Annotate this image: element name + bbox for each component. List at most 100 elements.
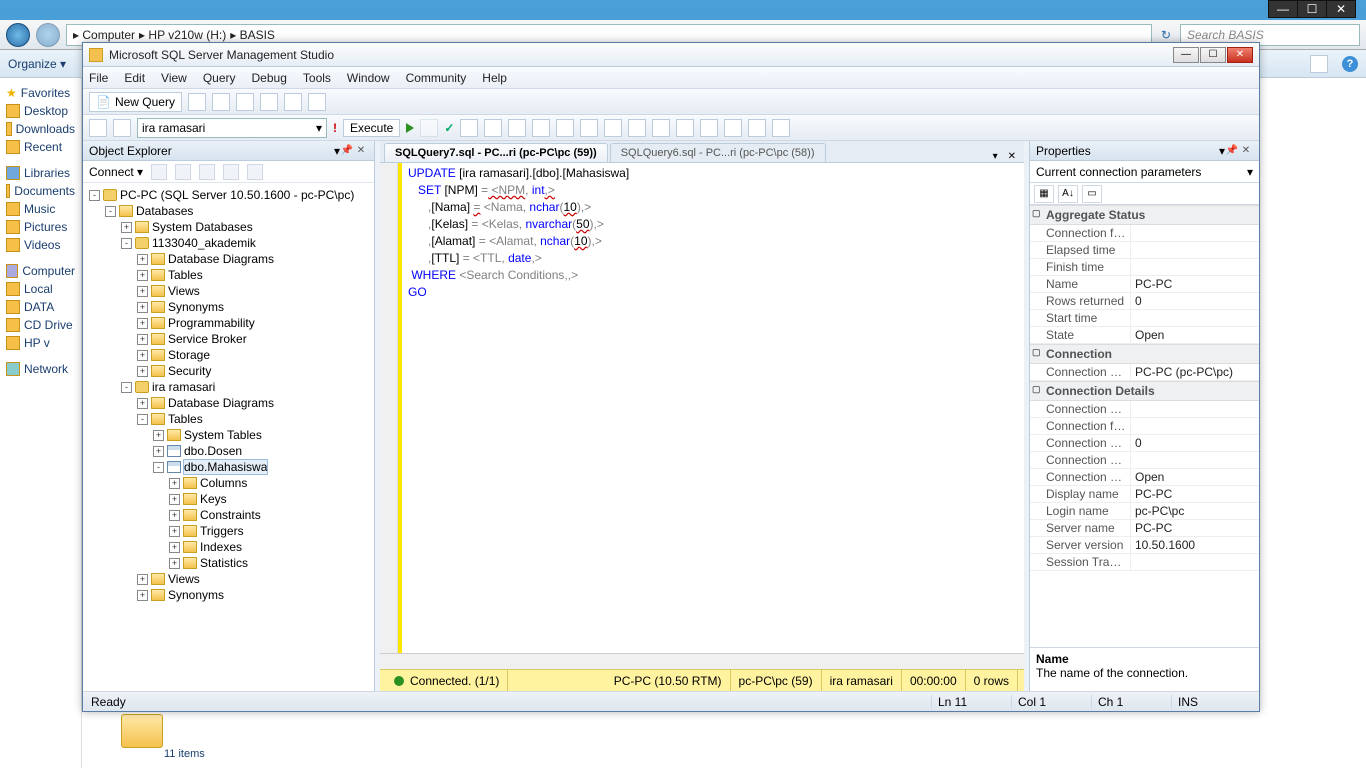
toolbar-icon[interactable]: [175, 164, 191, 180]
toolbar-button[interactable]: [236, 93, 254, 111]
toolbar-button[interactable]: [652, 119, 670, 137]
category-details[interactable]: Connection Details: [1030, 381, 1259, 401]
sidebar-computer[interactable]: Computer: [22, 264, 75, 278]
sidebar-dat[interactable]: DATA: [24, 300, 54, 314]
toolbar-button[interactable]: [628, 119, 646, 137]
sql-editor[interactable]: UPDATE [ira ramasari].[dbo].[Mahasiswa] …: [380, 163, 1024, 653]
toolbar-button[interactable]: [676, 119, 694, 137]
toolbar-button[interactable]: [212, 93, 230, 111]
tab-sqlquery7[interactable]: SQLQuery7.sql - PC...ri (pc-PC\pc (59)): [384, 143, 608, 162]
tree-table-dosen[interactable]: dbo.Dosen: [184, 444, 242, 458]
sidebar-local[interactable]: Local: [24, 282, 53, 296]
tree-toggle[interactable]: +: [121, 222, 132, 233]
shell-minimize-button[interactable]: —: [1268, 0, 1298, 18]
tree-toggle[interactable]: +: [169, 510, 180, 521]
toolbar-button[interactable]: [188, 93, 206, 111]
filter-icon[interactable]: [223, 164, 239, 180]
tree-toggle[interactable]: +: [137, 398, 148, 409]
tree-toggle[interactable]: +: [169, 478, 180, 489]
sidebar-hp[interactable]: HP v: [24, 336, 50, 350]
toolbar-button[interactable]: [748, 119, 766, 137]
sidebar-libraries[interactable]: Libraries: [24, 166, 70, 180]
toolbar-button[interactable]: [724, 119, 742, 137]
properties-grid[interactable]: Aggregate Status Connection failure Elap…: [1030, 205, 1259, 647]
alphabetical-icon[interactable]: A↓: [1058, 185, 1078, 203]
tree-toggle[interactable]: -: [121, 382, 132, 393]
toolbar-button[interactable]: [484, 119, 502, 137]
tree-toggle[interactable]: +: [137, 318, 148, 329]
parse-button[interactable]: ✓: [444, 121, 454, 135]
menu-debug[interactable]: Debug: [252, 71, 287, 85]
tree-systables[interactable]: System Tables: [184, 428, 262, 442]
toolbar-button[interactable]: [700, 119, 718, 137]
close-button[interactable]: ✕: [1227, 47, 1253, 63]
sidebar-recent[interactable]: Recent: [24, 140, 62, 154]
toolbar-button[interactable]: [580, 119, 598, 137]
sidebar-network[interactable]: Network: [24, 362, 68, 376]
tree-toggle[interactable]: -: [153, 462, 164, 473]
menu-edit[interactable]: Edit: [124, 71, 145, 85]
tree-toggle[interactable]: +: [169, 494, 180, 505]
menu-help[interactable]: Help: [482, 71, 507, 85]
nav-forward-button[interactable]: [36, 23, 60, 47]
view-icon[interactable]: [1310, 55, 1328, 73]
tree-synonyms[interactable]: Synonyms: [168, 588, 224, 602]
tab-close-icon[interactable]: ✕: [1004, 151, 1020, 162]
shell-close-button[interactable]: ✕: [1326, 0, 1356, 18]
sidebar-desktop[interactable]: Desktop: [24, 104, 68, 118]
tree-table-mahasiswa[interactable]: dbo.Mahasiswa: [184, 460, 267, 474]
properties-page-icon[interactable]: ▭: [1082, 185, 1102, 203]
tree-programmability[interactable]: Programmability: [168, 316, 255, 330]
tree-toggle[interactable]: -: [105, 206, 116, 217]
maximize-button[interactable]: ☐: [1200, 47, 1226, 63]
play-icon[interactable]: [406, 123, 414, 133]
sidebar-documents[interactable]: Documents: [14, 184, 75, 198]
tab-dropdown-icon[interactable]: ▾: [989, 151, 1002, 162]
tree-views[interactable]: Views: [168, 572, 200, 586]
tree-db-akademik[interactable]: 1133040_akademik: [152, 236, 256, 250]
sidebar-videos[interactable]: Videos: [24, 238, 60, 252]
tree-db-ira[interactable]: ira ramasari: [152, 380, 215, 394]
tree-views[interactable]: Views: [168, 284, 200, 298]
breadcrumb-segment[interactable]: ▸ Computer: [73, 28, 135, 42]
toolbar-button[interactable]: [604, 119, 622, 137]
tree-toggle[interactable]: -: [89, 190, 100, 201]
tree-toggle[interactable]: +: [153, 430, 164, 441]
close-pane-icon[interactable]: ✕: [1239, 145, 1253, 156]
menu-query[interactable]: Query: [203, 71, 236, 85]
tree-toggle[interactable]: +: [137, 286, 148, 297]
menu-tools[interactable]: Tools: [303, 71, 331, 85]
save-icon[interactable]: [284, 93, 302, 111]
tree-statistics[interactable]: Statistics: [200, 556, 248, 570]
tree-tables[interactable]: Tables: [168, 412, 203, 426]
breadcrumb-segment[interactable]: ▸ BASIS: [230, 28, 275, 42]
tree-tables[interactable]: Tables: [168, 268, 203, 282]
refresh-icon[interactable]: [247, 164, 263, 180]
toolbar-button[interactable]: [113, 119, 131, 137]
tree-security[interactable]: Security: [168, 364, 211, 378]
tree-toggle[interactable]: +: [153, 446, 164, 457]
toolbar-button[interactable]: [460, 119, 478, 137]
nav-back-button[interactable]: [6, 23, 30, 47]
tree-toggle[interactable]: +: [137, 366, 148, 377]
tree-toggle[interactable]: +: [169, 542, 180, 553]
menu-window[interactable]: Window: [347, 71, 390, 85]
tree-toggle[interactable]: +: [137, 574, 148, 585]
help-icon[interactable]: ?: [1342, 56, 1358, 72]
tree-indexes[interactable]: Indexes: [200, 540, 242, 554]
toolbar-icon[interactable]: [199, 164, 215, 180]
new-query-button[interactable]: 📄New Query: [89, 92, 182, 112]
category-aggregate[interactable]: Aggregate Status: [1030, 205, 1259, 225]
close-pane-icon[interactable]: ✕: [354, 145, 368, 156]
tree-storage[interactable]: Storage: [168, 348, 210, 362]
sidebar-cd[interactable]: CD Drive: [24, 318, 73, 332]
object-explorer-tree[interactable]: -PC-PC (SQL Server 10.50.1600 - pc-PC\pc…: [83, 183, 374, 691]
tree-sysdb[interactable]: System Databases: [152, 220, 253, 234]
menu-file[interactable]: File: [89, 71, 108, 85]
sidebar-downloads[interactable]: Downloads: [16, 122, 75, 136]
sidebar-favorites[interactable]: Favorites: [21, 86, 70, 100]
categorized-icon[interactable]: ▦: [1034, 185, 1054, 203]
minimize-button[interactable]: —: [1173, 47, 1199, 63]
breadcrumb-segment[interactable]: ▸ HP v210w (H:): [139, 28, 226, 42]
refresh-icon[interactable]: ↻: [1158, 28, 1174, 42]
